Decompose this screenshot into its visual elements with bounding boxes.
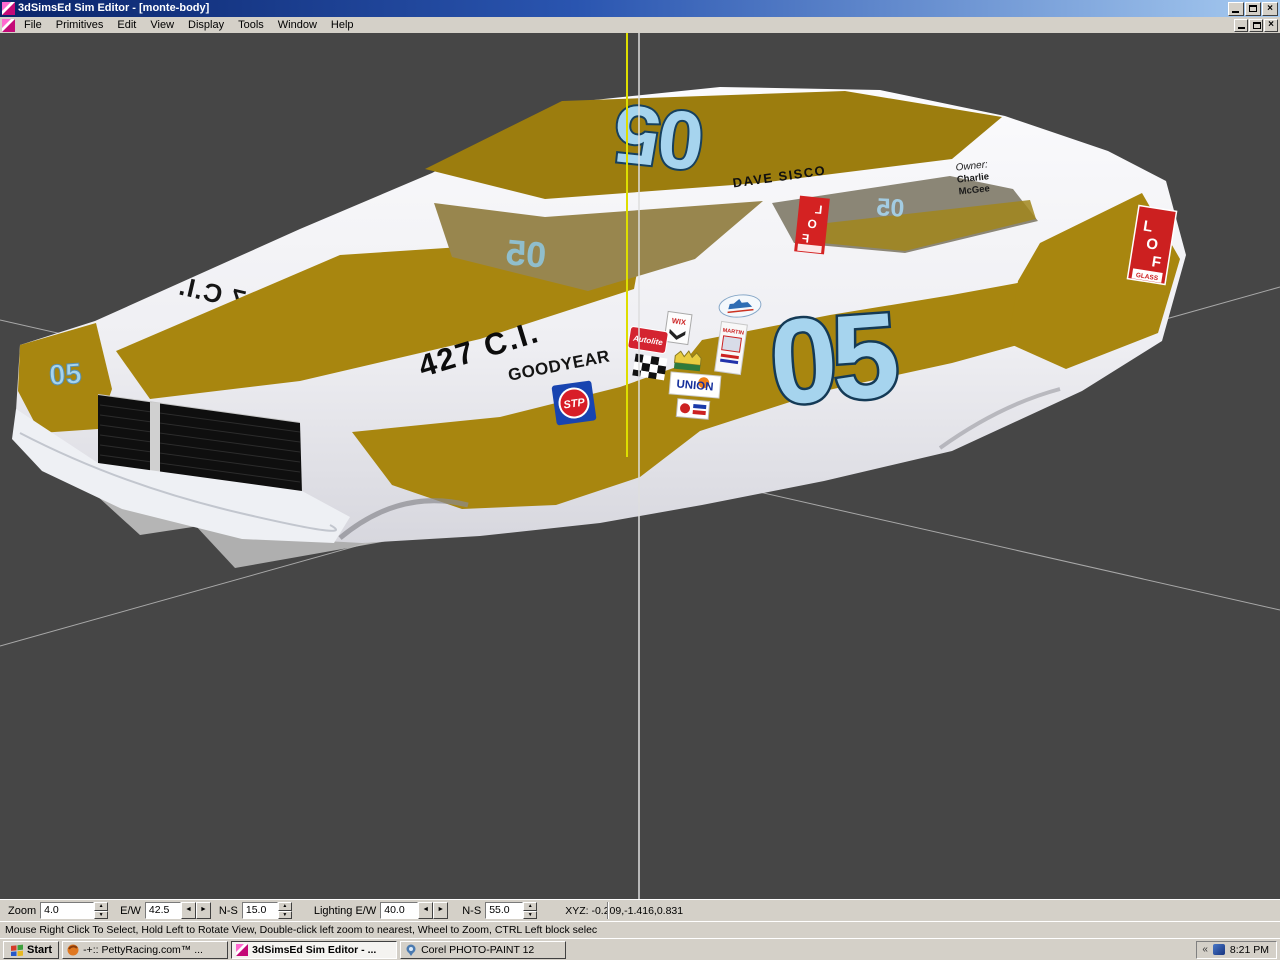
menu-help[interactable]: Help xyxy=(324,18,361,32)
app-icon xyxy=(2,2,15,15)
taskbar-button-label: Corel PHOTO-PAINT 12 xyxy=(421,944,534,956)
stp-decal: STP xyxy=(551,380,596,425)
document-icon xyxy=(2,19,15,32)
ns-label: N-S xyxy=(219,905,238,917)
start-label: Start xyxy=(27,944,52,956)
door-number: 05 xyxy=(766,288,901,430)
svg-text:05: 05 xyxy=(876,193,905,222)
lighting-ns-stepper[interactable]: ▲▼ xyxy=(523,902,537,919)
spin-up-icon[interactable]: ▲ xyxy=(94,902,108,911)
taskbar: Start -+:: PettyRacing.com™ ... 3dSimsEd… xyxy=(0,938,1280,960)
nose-number: 05 xyxy=(48,358,82,392)
arrow-right-icon[interactable]: ► xyxy=(196,902,211,919)
tray-expand-icon[interactable]: « xyxy=(1202,944,1208,955)
ew-arrows[interactable]: ◄► xyxy=(181,902,211,919)
child-close-button[interactable]: × xyxy=(1264,19,1278,32)
svg-text:O: O xyxy=(807,217,818,232)
grille-divider xyxy=(150,402,160,476)
menu-bar: File Primitives Edit View Display Tools … xyxy=(0,17,1280,33)
svg-text:05: 05 xyxy=(611,87,708,187)
model-canvas: 427 C.I. 05 DAVE SISCO 05 xyxy=(0,33,1280,899)
taskbar-button-label: 3dSimsEd Sim Editor - ... xyxy=(252,944,376,956)
menu-file[interactable]: File xyxy=(17,18,49,32)
status-bar: Mouse Right Click To Select, Hold Left t… xyxy=(0,921,1280,938)
lighting-ew-arrows[interactable]: ◄► xyxy=(418,902,448,919)
taskbar-button-corel[interactable]: Corel PHOTO-PAINT 12 xyxy=(400,941,566,959)
close-icon: × xyxy=(1268,20,1274,30)
windshield-far-number: 05 xyxy=(504,231,547,275)
restore-icon xyxy=(1253,22,1261,29)
title-bar: 3dSimsEd Sim Editor - [monte-body] × xyxy=(0,0,1280,17)
status-hint: Mouse Right Click To Select, Hold Left t… xyxy=(5,924,597,936)
start-button[interactable]: Start xyxy=(3,941,59,959)
lighting-ns-label: N-S xyxy=(462,905,481,917)
child-minimize-button[interactable] xyxy=(1234,19,1248,32)
windows-logo-icon xyxy=(10,943,24,956)
lighting-ew-input[interactable]: 40.0 xyxy=(380,902,418,919)
wix-decal: WIX xyxy=(664,311,692,344)
menu-view[interactable]: View xyxy=(143,18,181,32)
arrow-left-icon[interactable]: ◄ xyxy=(181,902,196,919)
svg-text:05: 05 xyxy=(766,288,901,430)
tray-app-icon[interactable] xyxy=(1213,944,1225,955)
svg-text:L: L xyxy=(814,202,823,217)
menu-window[interactable]: Window xyxy=(271,18,324,32)
ew-input[interactable]: 42.5 xyxy=(145,902,181,919)
menu-primitives[interactable]: Primitives xyxy=(49,18,111,32)
close-button[interactable]: × xyxy=(1262,2,1278,16)
arrow-left-icon[interactable]: ◄ xyxy=(418,902,433,919)
spin-down-icon[interactable]: ▼ xyxy=(278,911,292,920)
statusbar-pane-divider xyxy=(607,902,609,919)
svg-text:F: F xyxy=(801,231,810,246)
ns-input[interactable]: 15.0 xyxy=(242,902,278,919)
menu-tools[interactable]: Tools xyxy=(231,18,271,32)
xyz-readout: XYZ: -0.209,-1.416,0.831 xyxy=(565,905,683,917)
taskbar-button-pettyracing[interactable]: -+:: PettyRacing.com™ ... xyxy=(62,941,228,959)
menu-display[interactable]: Display xyxy=(181,18,231,32)
ew-label: E/W xyxy=(120,905,141,917)
3dsimed-icon xyxy=(236,944,248,956)
restore-button[interactable] xyxy=(1245,2,1261,16)
owner-credit: Owner: Charlie McGee xyxy=(955,159,991,197)
svg-text:05: 05 xyxy=(504,231,547,275)
view-control-bar: Zoom 4.0 ▲▼ E/W 42.5 ◄► N-S 15.0 ▲▼ Ligh… xyxy=(0,899,1280,921)
spin-down-icon[interactable]: ▼ xyxy=(94,911,108,920)
zoom-input[interactable]: 4.0 xyxy=(40,902,94,919)
zoom-stepper[interactable]: ▲▼ xyxy=(94,902,108,919)
close-icon: × xyxy=(1267,4,1273,14)
minimize-icon xyxy=(1232,11,1239,13)
minimize-button[interactable] xyxy=(1228,2,1244,16)
small-sponsor-decal xyxy=(676,399,709,420)
ns-stepper[interactable]: ▲▼ xyxy=(278,902,292,919)
menu-edit[interactable]: Edit xyxy=(110,18,143,32)
zoom-label: Zoom xyxy=(8,905,36,917)
union76-decal: UNION xyxy=(669,372,721,398)
window-title: 3dSimsEd Sim Editor - [monte-body] xyxy=(18,3,1225,14)
lighting-ns-input[interactable]: 55.0 xyxy=(485,902,523,919)
roof-number: 05 xyxy=(611,87,708,187)
spin-down-icon[interactable]: ▼ xyxy=(523,911,537,920)
spin-up-icon[interactable]: ▲ xyxy=(278,902,292,911)
car-body-model[interactable]: 427 C.I. 05 DAVE SISCO 05 xyxy=(12,87,1186,543)
system-tray: « 8:21 PM xyxy=(1196,941,1277,959)
svg-text:05: 05 xyxy=(48,358,82,392)
minimize-icon xyxy=(1238,27,1245,29)
lighting-ew-label: Lighting E/W xyxy=(314,905,376,917)
spin-up-icon[interactable]: ▲ xyxy=(523,902,537,911)
child-restore-button[interactable] xyxy=(1249,19,1263,32)
arrow-right-icon[interactable]: ► xyxy=(433,902,448,919)
corel-icon xyxy=(405,944,417,956)
tray-clock[interactable]: 8:21 PM xyxy=(1230,944,1269,956)
browser-icon xyxy=(67,944,79,956)
3d-viewport[interactable]: 427 C.I. 05 DAVE SISCO 05 xyxy=(0,33,1280,899)
restore-icon xyxy=(1249,5,1257,12)
taskbar-button-3dsimed[interactable]: 3dSimsEd Sim Editor - ... xyxy=(231,941,397,959)
lof-glass-decal-reversed: L O F xyxy=(794,196,830,255)
app-window: 3dSimsEd Sim Editor - [monte-body] × Fil… xyxy=(0,0,1280,960)
taskbar-button-label: -+:: PettyRacing.com™ ... xyxy=(83,944,203,956)
far-door-number-reversed: 05 xyxy=(876,193,905,222)
